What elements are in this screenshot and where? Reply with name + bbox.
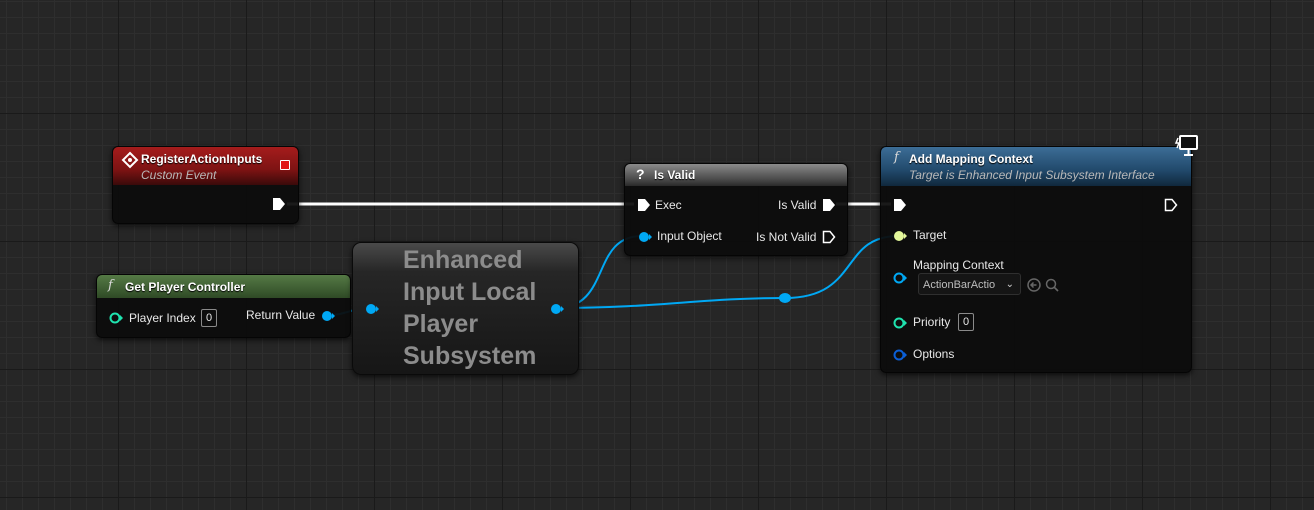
node-title: Add Mapping Context (909, 152, 1033, 166)
node-title: Is Valid (654, 168, 696, 182)
subsystem-title-line-4: Subsystem (403, 342, 537, 370)
node-title: RegisterActionInputs (141, 152, 263, 166)
function-icon: f (108, 278, 113, 293)
node-subtitle: Target is Enhanced Input Subsystem Inter… (909, 168, 1155, 182)
input-object-pin[interactable] (638, 231, 652, 243)
mapping-context-label: Mapping Context (913, 258, 1004, 272)
return-value-label: Return Value (246, 308, 316, 322)
browse-asset-search-icon[interactable] (1044, 277, 1060, 293)
is-valid-label: Is Valid (778, 198, 817, 212)
mapping-context-value: ActionBarActio (923, 279, 996, 291)
is-valid-exec-pin[interactable] (822, 198, 836, 212)
get-player-controller-node[interactable]: f Get Player Controller Player Index 0 R… (96, 274, 351, 338)
target-pin[interactable] (893, 230, 907, 242)
reroute-knot (779, 293, 791, 303)
question-icon: ? (636, 166, 645, 182)
event-diamond-icon (121, 151, 139, 169)
exec-out-pin[interactable] (272, 197, 286, 211)
subsystem-out-pin[interactable] (550, 303, 564, 315)
priority-pin[interactable] (893, 317, 907, 329)
is-not-valid-exec-pin[interactable] (822, 230, 836, 244)
subsystem-title-line-3: Player (403, 310, 479, 338)
object-wire-subsystem-to-reroute (555, 297, 786, 309)
options-pin[interactable] (893, 349, 907, 361)
client-only-monitor-icon (1174, 135, 1198, 156)
node-subtitle: Custom Event (141, 168, 217, 182)
exec-in-pin[interactable] (637, 198, 651, 212)
is-not-valid-label: Is Not Valid (756, 230, 817, 244)
is-valid-node[interactable]: ? Is Valid Exec Is Valid Input Object Is… (624, 163, 848, 256)
target-label: Target (913, 228, 947, 242)
exec-in-pin[interactable] (893, 198, 907, 212)
player-index-pin[interactable] (109, 312, 123, 324)
subsystem-title-line-1: Enhanced (403, 246, 523, 274)
input-object-label: Input Object (657, 229, 722, 243)
subsystem-title-line-2: Input Local (403, 278, 537, 306)
player-controller-in-pin[interactable] (365, 303, 379, 315)
player-index-label: Player Index (129, 311, 196, 325)
mapping-context-pin[interactable] (893, 272, 907, 284)
enhanced-input-subsystem-node[interactable]: Enhanced Input Local Player Subsystem (352, 242, 579, 375)
chevron-down-icon: ⌄ (1005, 279, 1014, 290)
exec-label: Exec (655, 198, 682, 212)
delegate-pin[interactable] (280, 160, 290, 170)
return-value-pin[interactable] (321, 310, 335, 322)
priority-input[interactable]: 0 (958, 313, 974, 331)
register-action-inputs-node[interactable]: RegisterActionInputs Custom Event (112, 146, 299, 224)
use-selected-asset-icon[interactable] (1026, 277, 1042, 293)
exec-out-pin[interactable] (1164, 198, 1178, 212)
player-index-input[interactable]: 0 (201, 309, 217, 327)
priority-label: Priority (913, 315, 951, 329)
node-title: Get Player Controller (125, 280, 246, 294)
mapping-context-dropdown[interactable]: ActionBarActio ⌄ (918, 273, 1021, 295)
options-label: Options (913, 347, 955, 361)
add-mapping-context-node[interactable]: f Add Mapping Context Target is Enhanced… (880, 135, 1198, 373)
function-icon: f (894, 150, 899, 165)
